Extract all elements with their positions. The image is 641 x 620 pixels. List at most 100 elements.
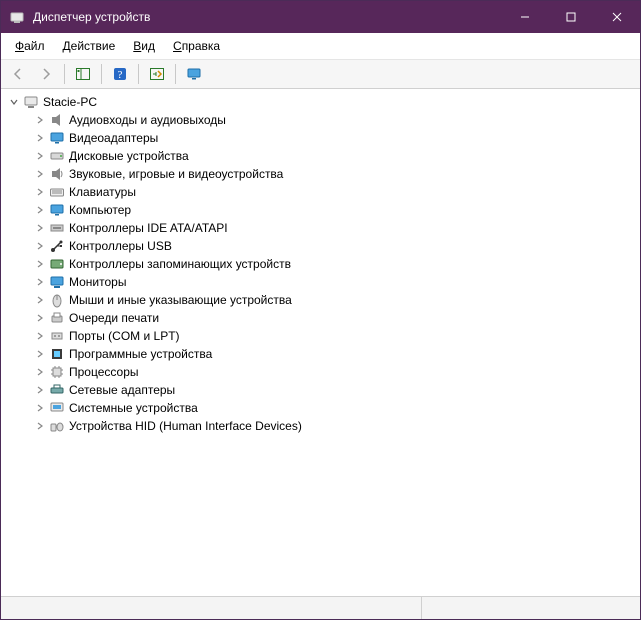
tree-item[interactable]: Процессоры bbox=[7, 363, 634, 381]
toolbar-separator bbox=[138, 64, 139, 84]
ports-icon bbox=[49, 328, 65, 344]
chevron-down-icon[interactable] bbox=[7, 95, 21, 109]
menu-view[interactable]: Вид bbox=[125, 37, 163, 55]
toolbar-separator bbox=[101, 64, 102, 84]
toolbar-separator bbox=[175, 64, 176, 84]
audio-icon bbox=[49, 112, 65, 128]
tree-item[interactable]: Звуковые, игровые и видеоустройства bbox=[7, 165, 634, 183]
tree-item-label: Программные устройства bbox=[69, 345, 212, 363]
tree-item-label: Контроллеры запоминающих устройств bbox=[69, 255, 291, 273]
network-icon bbox=[49, 382, 65, 398]
software-icon bbox=[49, 346, 65, 362]
tree-item-label: Контроллеры IDE ATA/ATAPI bbox=[69, 219, 228, 237]
help-button[interactable]: ? bbox=[107, 61, 133, 87]
tree-item[interactable]: Контроллеры запоминающих устройств bbox=[7, 255, 634, 273]
titlebar: Диспетчер устройств bbox=[1, 1, 640, 33]
computer-icon bbox=[23, 94, 39, 110]
close-button[interactable] bbox=[594, 1, 640, 33]
tree-item[interactable]: Дисковые устройства bbox=[7, 147, 634, 165]
status-cell bbox=[1, 597, 422, 619]
sound-icon bbox=[49, 166, 65, 182]
maximize-button[interactable] bbox=[548, 1, 594, 33]
back-button[interactable] bbox=[5, 61, 31, 87]
display-icon bbox=[49, 130, 65, 146]
scan-hardware-button[interactable] bbox=[144, 61, 170, 87]
keyboard-icon bbox=[49, 184, 65, 200]
tree-item[interactable]: Компьютер bbox=[7, 201, 634, 219]
chevron-right-icon[interactable] bbox=[33, 149, 47, 163]
tree-item-label: Клавиатуры bbox=[69, 183, 136, 201]
tree-item-label: Мониторы bbox=[69, 273, 126, 291]
window-title: Диспетчер устройств bbox=[33, 10, 502, 24]
tree-item[interactable]: Программные устройства bbox=[7, 345, 634, 363]
toolbar-separator bbox=[64, 64, 65, 84]
status-cell bbox=[422, 597, 640, 619]
show-hide-tree-button[interactable] bbox=[70, 61, 96, 87]
chevron-right-icon[interactable] bbox=[33, 275, 47, 289]
chevron-right-icon[interactable] bbox=[33, 113, 47, 127]
tree-item-label: Системные устройства bbox=[69, 399, 198, 417]
monitor-icon bbox=[49, 274, 65, 290]
tree-item[interactable]: Контроллеры IDE ATA/ATAPI bbox=[7, 219, 634, 237]
chevron-right-icon[interactable] bbox=[33, 131, 47, 145]
menu-help[interactable]: Справка bbox=[165, 37, 228, 55]
tree-item[interactable]: Очереди печати bbox=[7, 309, 634, 327]
system-icon bbox=[49, 400, 65, 416]
disk-icon bbox=[49, 148, 65, 164]
chevron-right-icon[interactable] bbox=[33, 329, 47, 343]
show-devices-button[interactable] bbox=[181, 61, 207, 87]
svg-text:?: ? bbox=[118, 69, 123, 81]
tree-item[interactable]: Сетевые адаптеры bbox=[7, 381, 634, 399]
tree-item-label: Порты (COM и LPT) bbox=[69, 327, 180, 345]
tree-item[interactable]: Видеоадаптеры bbox=[7, 129, 634, 147]
chevron-right-icon[interactable] bbox=[33, 167, 47, 181]
tree-item[interactable]: Аудиовходы и аудиовыходы bbox=[7, 111, 634, 129]
chevron-right-icon[interactable] bbox=[33, 239, 47, 253]
toolbar: ? bbox=[1, 60, 640, 89]
tree-root[interactable]: Stacie-PC bbox=[7, 93, 634, 111]
tree-item[interactable]: Мыши и иные указывающие устройства bbox=[7, 291, 634, 309]
tree-item[interactable]: Клавиатуры bbox=[7, 183, 634, 201]
chevron-right-icon[interactable] bbox=[33, 365, 47, 379]
tree-item-label: Звуковые, игровые и видеоустройства bbox=[69, 165, 283, 183]
tree-item-label: Мыши и иные указывающие устройства bbox=[69, 291, 292, 309]
tree-item[interactable]: Мониторы bbox=[7, 273, 634, 291]
app-icon bbox=[9, 9, 25, 25]
statusbar bbox=[1, 596, 640, 619]
printq-icon bbox=[49, 310, 65, 326]
ide-icon bbox=[49, 220, 65, 236]
forward-button[interactable] bbox=[33, 61, 59, 87]
chevron-right-icon[interactable] bbox=[33, 311, 47, 325]
root-label: Stacie-PC bbox=[43, 93, 97, 111]
tree-item[interactable]: Устройства HID (Human Interface Devices) bbox=[7, 417, 634, 435]
device-tree[interactable]: Stacie-PC Аудиовходы и аудиовыходыВидеоа… bbox=[1, 89, 640, 596]
chevron-right-icon[interactable] bbox=[33, 203, 47, 217]
tree-children: Аудиовходы и аудиовыходыВидеоадаптеры Ди… bbox=[7, 111, 634, 435]
computer-icon bbox=[49, 202, 65, 218]
tree-item[interactable]: Порты (COM и LPT) bbox=[7, 327, 634, 345]
tree-item-label: Компьютер bbox=[69, 201, 131, 219]
tree-item[interactable]: Системные устройства bbox=[7, 399, 634, 417]
tree-item[interactable]: Контроллеры USB bbox=[7, 237, 634, 255]
hid-icon bbox=[49, 418, 65, 434]
tree-item-label: Контроллеры USB bbox=[69, 237, 172, 255]
chevron-right-icon[interactable] bbox=[33, 185, 47, 199]
minimize-button[interactable] bbox=[502, 1, 548, 33]
device-manager-window: Диспетчер устройств Файл Действие Вид Сп… bbox=[0, 0, 641, 620]
tree-item-label: Аудиовходы и аудиовыходы bbox=[69, 111, 226, 129]
chevron-right-icon[interactable] bbox=[33, 257, 47, 271]
chevron-right-icon[interactable] bbox=[33, 401, 47, 415]
chevron-right-icon[interactable] bbox=[33, 221, 47, 235]
chevron-right-icon[interactable] bbox=[33, 383, 47, 397]
tree-item-label: Видеоадаптеры bbox=[69, 129, 158, 147]
menu-action[interactable]: Действие bbox=[55, 37, 124, 55]
mouse-icon bbox=[49, 292, 65, 308]
storage-icon bbox=[49, 256, 65, 272]
tree-item-label: Устройства HID (Human Interface Devices) bbox=[69, 417, 302, 435]
chevron-right-icon[interactable] bbox=[33, 419, 47, 433]
cpu-icon bbox=[49, 364, 65, 380]
chevron-right-icon[interactable] bbox=[33, 293, 47, 307]
chevron-right-icon[interactable] bbox=[33, 347, 47, 361]
tree-item-label: Очереди печати bbox=[69, 309, 159, 327]
menu-file[interactable]: Файл bbox=[7, 37, 53, 55]
